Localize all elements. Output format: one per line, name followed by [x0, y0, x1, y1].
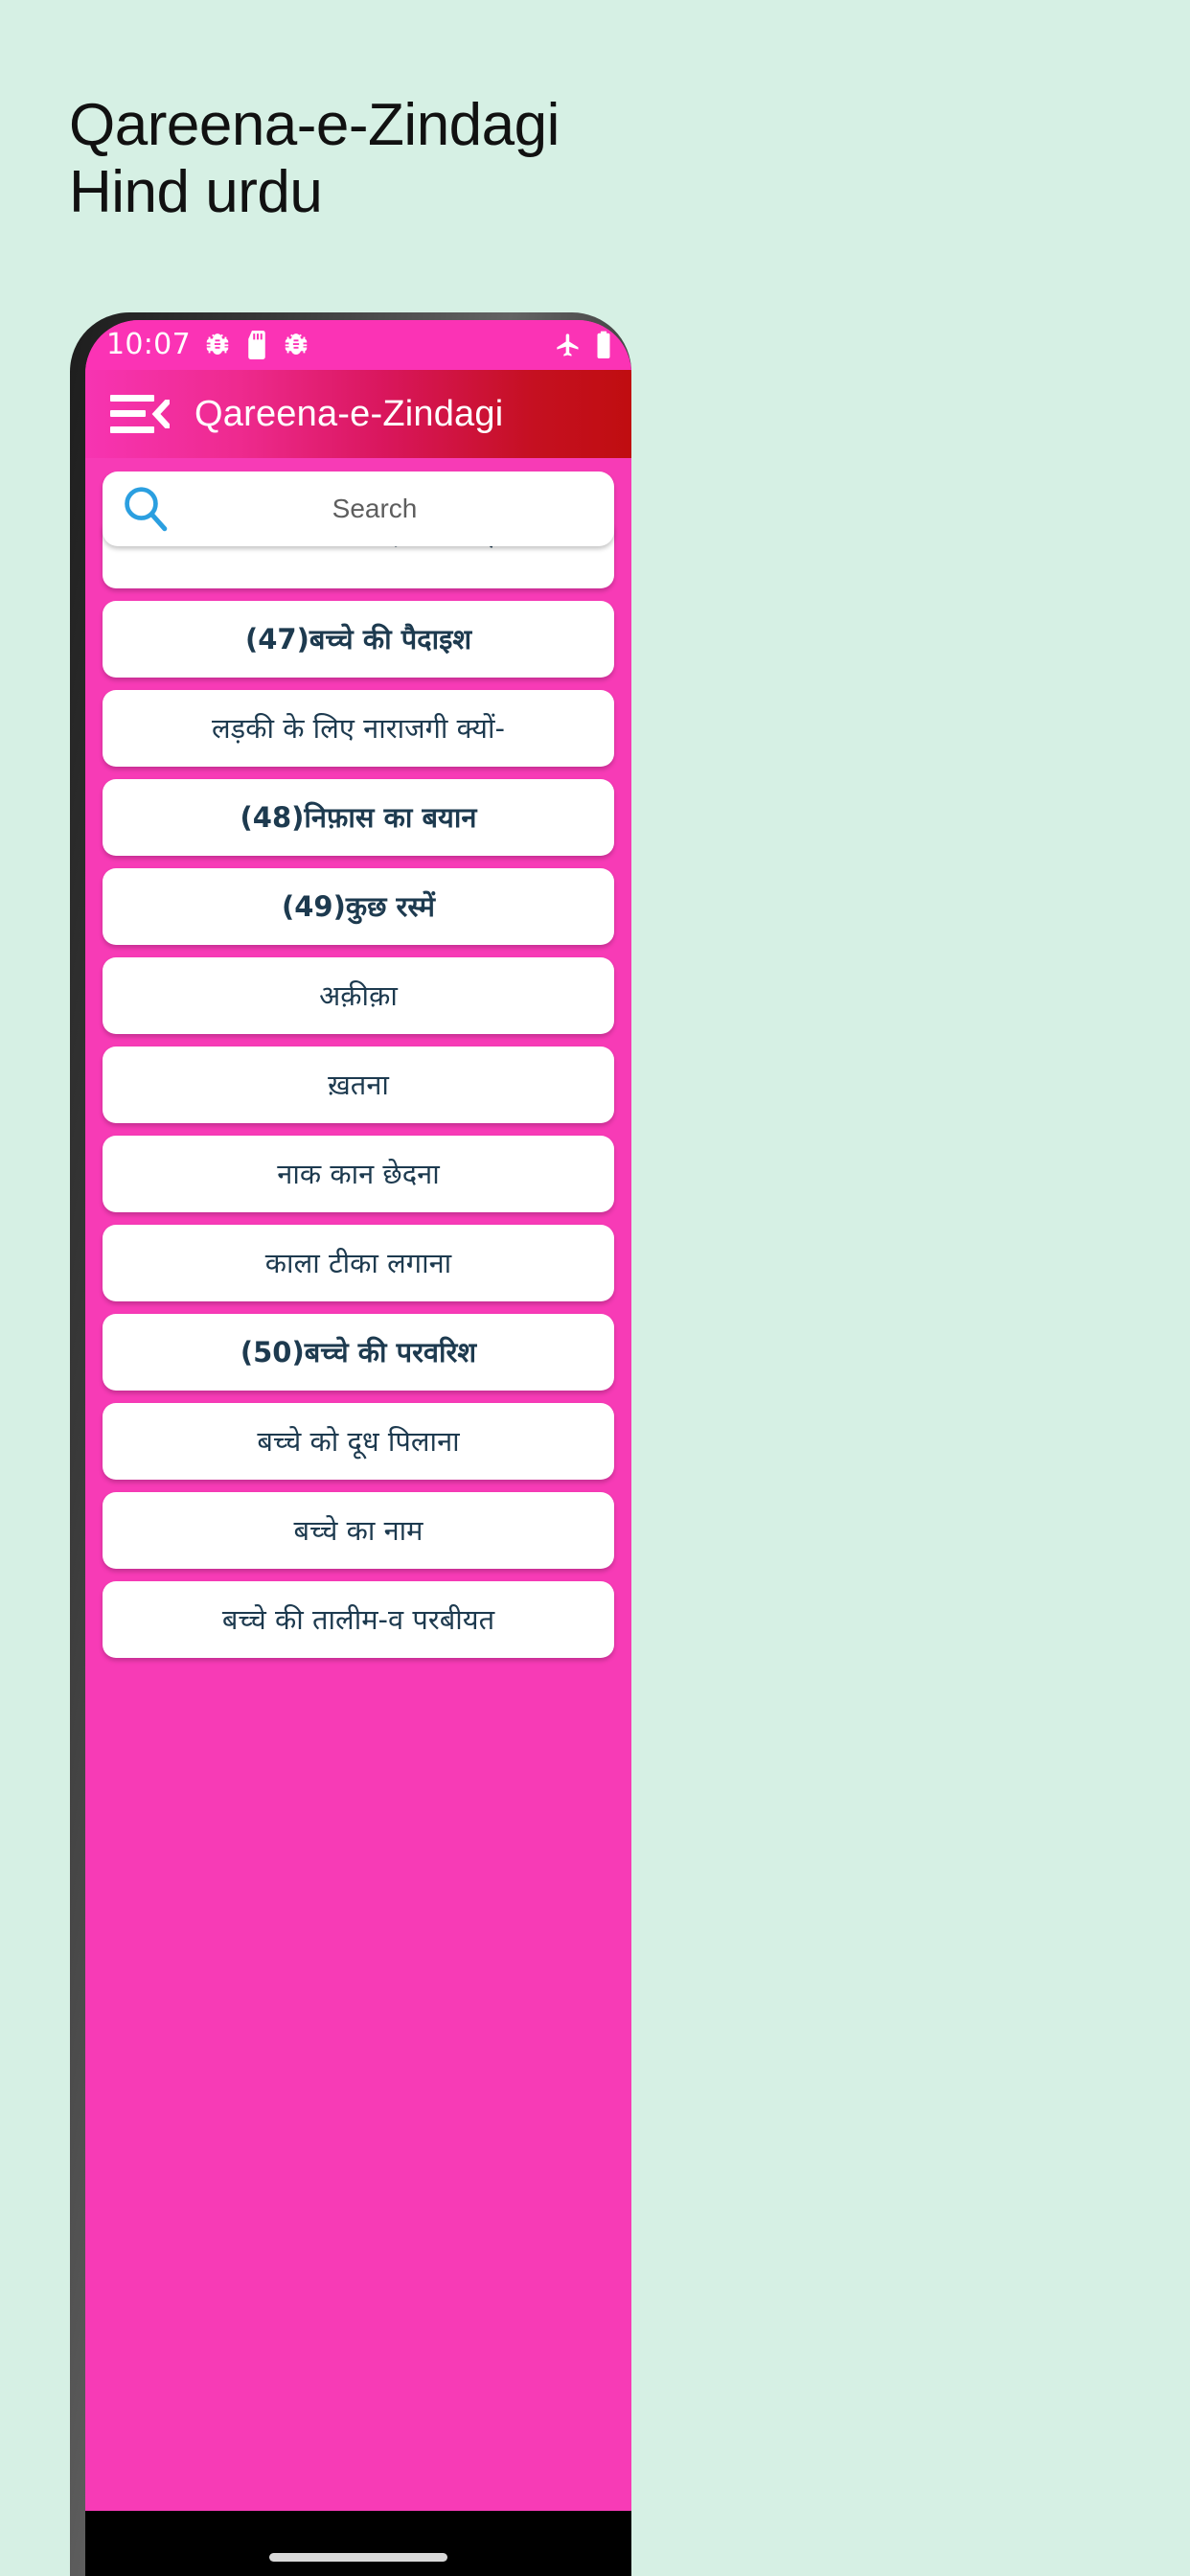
app-body: Search आसानी से विलादत के लिए (47)बच्चे … [85, 458, 631, 2576]
list-item[interactable]: (48)निफ़ास का बयान [103, 779, 614, 856]
search-bar[interactable]: Search [103, 472, 614, 546]
home-indicator[interactable] [269, 2552, 447, 2562]
list-item[interactable]: लड़की के लिए नाराजगी क्यों- [103, 690, 614, 767]
phone-mockup: 10:07 Qareena-e-Zindagi Search (47)बच्चे… [70, 312, 631, 2576]
list-item-label: अक़ीक़ा [319, 979, 398, 1012]
status-time: 10:07 [106, 328, 191, 361]
list-item-label: नाक कान छेदना [277, 1158, 440, 1190]
bug-icon [285, 334, 308, 355]
list-item-label: (48)निफ़ास का बयान [240, 801, 477, 834]
list-item-label: लड़की के लिए नाराजगी क्यों- [212, 712, 505, 745]
phone-screen: 10:07 Qareena-e-Zindagi Search (47)बच्चे… [85, 320, 631, 2576]
list-item-label: बच्चे की तालीम-व परबीयत [221, 1603, 495, 1636]
list-item-label: ख़तना [328, 1069, 389, 1101]
chapter-list: आसानी से विलादत के लिए (47)बच्चे की पैदा… [103, 525, 614, 1658]
status-bar-left: 10:07 [106, 331, 310, 359]
airplane-mode-icon [557, 334, 579, 356]
screenshot-root: Qareena-e-Zindagi Hind urdu 10:07 Qareen… [0, 0, 1190, 2576]
list-item[interactable]: ख़तना [103, 1046, 614, 1123]
status-bar-right [555, 331, 612, 359]
status-bar: 10:07 [85, 320, 631, 370]
battery-icon [597, 331, 610, 358]
chevron-left-icon [151, 400, 170, 428]
list-item[interactable]: अक़ीक़ा [103, 957, 614, 1034]
list-item[interactable]: बच्चे की तालीम-व परबीयत [103, 1581, 614, 1658]
list-item-label: बच्चे का नाम [293, 1514, 423, 1547]
list-item[interactable]: (50)बच्चे की परवरिश [103, 1314, 614, 1391]
list-item[interactable]: (49)कुछ रस्में [103, 868, 614, 945]
hamburger-back-icon[interactable] [110, 391, 170, 437]
system-navigation-bar [85, 2511, 631, 2576]
app-bar: Qareena-e-Zindagi [85, 370, 631, 458]
hamburger-bar-middle [110, 410, 146, 417]
sd-card-icon [248, 331, 265, 359]
list-item[interactable]: बच्चे का नाम [103, 1492, 614, 1569]
list-item-label: बच्चे को दूध पिलाना [257, 1425, 460, 1458]
search-icon[interactable] [120, 483, 172, 535]
list-item[interactable]: बच्चे को दूध पिलाना [103, 1403, 614, 1480]
app-bar-title: Qareena-e-Zindagi [195, 394, 504, 434]
list-item-label: काला टीका लगाना [264, 1247, 452, 1279]
bug-icon [206, 334, 229, 355]
search-input[interactable]: Search [172, 494, 597, 524]
list-item-label: (47)बच्चे की पैदाइश [244, 623, 472, 656]
list-item[interactable]: नाक कान छेदना [103, 1136, 614, 1212]
page-title: Qareena-e-Zindagi Hind urdu [69, 92, 560, 225]
list-item-label: (49)कुछ रस्में [281, 890, 436, 923]
list-item-label: (50)बच्चे की परवरिश [240, 1336, 477, 1368]
list-item[interactable]: (47)बच्चे की पैदाइश [103, 601, 614, 678]
list-item[interactable]: काला टीका लगाना [103, 1225, 614, 1301]
